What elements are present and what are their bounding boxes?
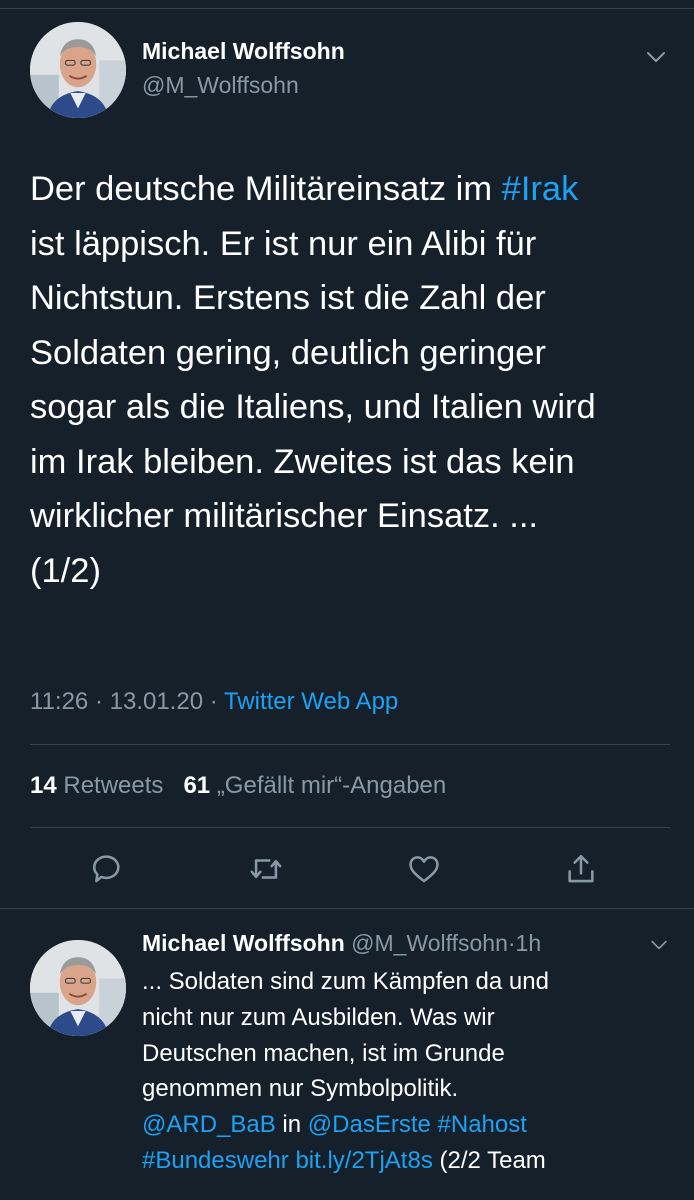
meta-separator: · bbox=[94, 688, 103, 715]
reply-header: Michael Wolffsohn @M_Wolffsohn·1h bbox=[142, 930, 541, 957]
main-tweet: Michael Wolffsohn @M_Wolffsohn Der deuts… bbox=[0, 0, 694, 910]
action-bar bbox=[0, 848, 694, 892]
hashtag-link[interactable]: #Nahost bbox=[438, 1111, 527, 1138]
meta-separator: · bbox=[507, 930, 516, 956]
reply-author-handle[interactable]: @M_Wolffsohn bbox=[351, 930, 508, 956]
tweet-meta: 11:26 · 13.01.20 · Twitter Web App bbox=[30, 688, 398, 716]
meta-separator: · bbox=[209, 688, 218, 715]
mention-link[interactable]: @DasErste bbox=[308, 1111, 431, 1138]
reply-icon bbox=[92, 855, 120, 883]
tweet-text-line: wirklicher militärischer Einsatz. ... bbox=[30, 497, 539, 535]
retweet-label: Retweets bbox=[63, 772, 164, 799]
tweet-text-line: sogar als die Italiens, und Italien wird bbox=[30, 388, 596, 426]
share-icon bbox=[568, 854, 594, 883]
like-button[interactable] bbox=[404, 848, 444, 890]
tweet-text-line: (1/2) bbox=[30, 551, 101, 590]
hashtag-link[interactable]: #Irak bbox=[502, 170, 579, 208]
tweet-separator bbox=[0, 908, 694, 909]
reply-text-line: #Bundeswehr bit.ly/2TjAt8s (2/2 Team bbox=[142, 1143, 672, 1179]
reply-tweet[interactable]: Michael Wolffsohn @M_Wolffsohn·1h ... So… bbox=[0, 910, 694, 1200]
top-divider bbox=[0, 8, 694, 9]
tweet-text-line: im Irak bleiben. Zweites ist das kein bbox=[30, 442, 575, 481]
heart-icon bbox=[409, 856, 439, 883]
share-button[interactable] bbox=[561, 848, 601, 890]
url-link[interactable]: bit.ly/2TjAt8s bbox=[295, 1147, 432, 1174]
mention-link[interactable]: @ARD_BaB bbox=[142, 1111, 276, 1138]
tweet-time[interactable]: 11:26 bbox=[30, 688, 88, 715]
author-name[interactable]: Michael Wolffsohn bbox=[142, 38, 345, 65]
reply-text-line: ... Soldaten sind zum Kämpfen da und bbox=[142, 968, 549, 995]
reply-trailing-text: (2/2 Team bbox=[439, 1146, 546, 1174]
reply-text-line: nicht nur zum Ausbilden. Was wir bbox=[142, 1003, 495, 1031]
chevron-down-icon[interactable] bbox=[646, 50, 666, 64]
reply-age[interactable]: 1h bbox=[516, 930, 542, 956]
likes-stat[interactable]: 61 „Gefällt mir“-Angaben bbox=[183, 772, 446, 799]
reply-word: in bbox=[282, 1111, 302, 1139]
reply-author-name[interactable]: Michael Wolffsohn bbox=[142, 930, 345, 956]
tweet-source-link[interactable]: Twitter Web App bbox=[224, 688, 398, 715]
tweet-text-line: Der deutsche Militäreinsatz im #Irak bbox=[30, 170, 579, 208]
like-count: 61 bbox=[183, 772, 211, 799]
divider bbox=[30, 827, 670, 828]
reply-text-line: genommen nur Symbolpolitik. bbox=[142, 1075, 459, 1103]
hashtag-link[interactable]: #Bundeswehr bbox=[142, 1147, 289, 1174]
like-label: „Gefällt mir“-Angaben bbox=[216, 772, 447, 799]
chevron-down-icon[interactable] bbox=[650, 938, 668, 950]
reply-author-avatar[interactable] bbox=[30, 940, 126, 1036]
retweet-count: 14 bbox=[30, 772, 57, 799]
avatar-photo-icon bbox=[30, 22, 126, 118]
reply-button[interactable] bbox=[87, 848, 127, 890]
reply-text: ... Soldaten sind zum Kämpfen da und nic… bbox=[142, 964, 672, 1179]
tweet-date[interactable]: 13.01.20 bbox=[110, 688, 203, 715]
author-avatar[interactable] bbox=[30, 22, 126, 118]
tweet-text: Der deutsche Militäreinsatz im #Irak ist… bbox=[30, 162, 670, 598]
tweet-stats: 14 Retweets 61 „Gefällt mir“-Angaben bbox=[30, 772, 446, 800]
tweet-text-line: Nichtstun. Erstens ist die Zahl der bbox=[30, 279, 546, 317]
reply-text-line: @ARD_BaB in @DasErste #Nahost bbox=[142, 1107, 672, 1143]
avatar-photo-icon bbox=[30, 940, 126, 1036]
author-handle[interactable]: @M_Wolffsohn bbox=[142, 72, 299, 99]
retweets-stat[interactable]: 14 Retweets bbox=[30, 772, 163, 799]
retweet-icon bbox=[250, 859, 282, 879]
retweet-button[interactable] bbox=[246, 848, 286, 890]
divider bbox=[30, 744, 670, 745]
tweet-text-line: Soldaten gering, deutlich geringer bbox=[30, 333, 546, 372]
tweet-text-line: ist läppisch. Er ist nur ein Alibi für bbox=[30, 224, 537, 263]
reply-text-line: Deutschen machen, ist im Grunde bbox=[142, 1039, 505, 1067]
